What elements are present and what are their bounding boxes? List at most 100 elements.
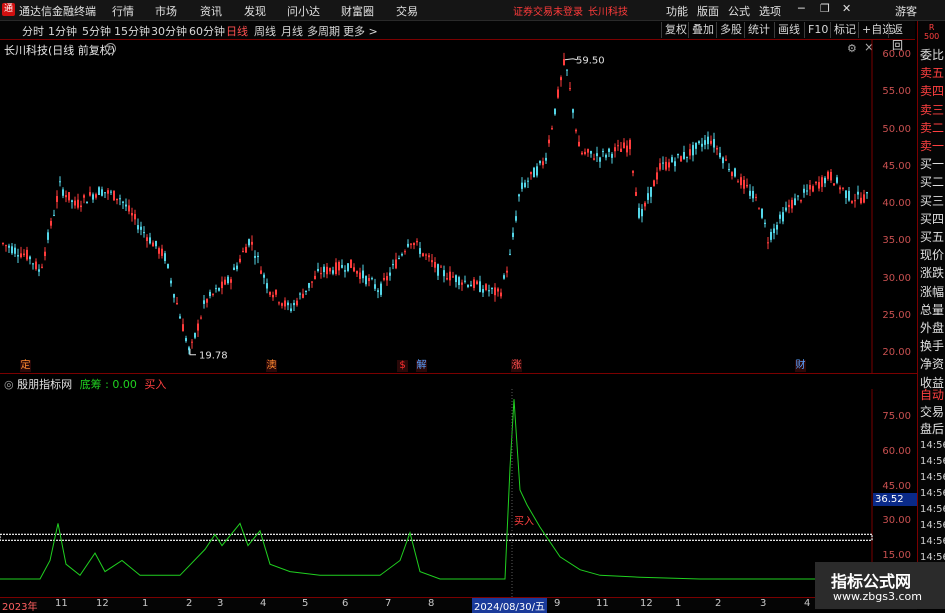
login-notice[interactable]: 证券交易未登录 [513,3,583,18]
candle-body [356,270,358,274]
period-more[interactable]: 更多 > [343,23,378,39]
menu-discover[interactable]: 发现 [244,3,266,19]
candle-body [197,323,199,331]
event-marker[interactable]: 澳 [266,360,277,372]
candle-body [113,190,115,201]
event-marker[interactable]: 财 [795,360,806,372]
price-tick: 25.00 [882,309,911,321]
candle-body [698,141,700,144]
side-after-hours[interactable]: 盘后 [920,420,944,437]
watermark-title: 指标公式网 [831,572,912,591]
candle-body [842,187,844,189]
tool-f10[interactable]: F10 [804,22,831,38]
candle-body [122,201,124,203]
candle-body [125,204,127,207]
candle-body [632,171,634,173]
period-5min[interactable]: 5分钟 [82,23,111,39]
candle-body [422,253,424,257]
menu-formula[interactable]: 公式 [728,3,750,19]
indicator-line [0,399,870,580]
tool-back[interactable]: 返回 [888,22,915,52]
period-multi[interactable]: 多周期 [307,23,340,39]
menu-trade[interactable]: 交易 [396,3,418,19]
candle-body [605,154,607,158]
tool-adjust[interactable]: 复权 [661,22,690,38]
candle-body [590,150,592,154]
tool-multistock[interactable]: 多股 [716,22,745,38]
candle-body [110,191,112,193]
axis-year-label: 2023年 [2,602,38,613]
candle-body [464,280,466,282]
candle-body [323,266,325,273]
candle-body [563,59,565,66]
guest-label[interactable]: 游客 [895,3,917,19]
period-weekly[interactable]: 周线 [254,23,276,39]
period-daily[interactable]: 日线 [226,23,248,39]
candle-body [710,140,712,144]
candle-body [458,277,460,286]
candlestick-chart[interactable]: 59.50 19.78 [0,40,917,373]
candle-body [800,200,802,202]
tool-draw[interactable]: 画线 [774,22,803,38]
candle-body [29,256,31,260]
candle-body [638,207,640,218]
candle-body [227,276,229,284]
low-price-label: 19.78 [199,351,228,362]
minimize-icon[interactable]: ─ [798,2,805,15]
candle-body [791,199,793,209]
tool-overlay[interactable]: 叠加 [688,22,717,38]
restore-icon[interactable]: ❐ [820,2,830,15]
tool-mark[interactable]: 标记 [830,22,859,38]
candle-body [584,151,586,155]
indicator-tick: 75.00 [882,411,911,422]
candle-body [380,283,382,295]
period-1min[interactable]: 1分钟 [48,23,77,39]
menu-market[interactable]: 市场 [155,3,177,19]
menu-layout[interactable]: 版面 [697,3,719,19]
candle-body [128,205,130,212]
event-marker[interactable]: $ [397,360,408,372]
candle-body [74,200,76,206]
period-60min[interactable]: 60分钟 [189,23,225,39]
side-label: 换手 [920,339,945,354]
event-marker[interactable]: 解 [416,360,427,372]
candle-body [596,153,598,157]
candle-body [131,213,133,216]
side-time: 14:56 [920,504,945,515]
side-label: 委比 [920,48,945,62]
close-icon[interactable]: ✕ [842,2,851,15]
candle-body [713,139,715,148]
axis-month: 7 [385,598,392,609]
period-timeshare[interactable]: 分时 [22,23,44,39]
menu-quotes[interactable]: 行情 [112,3,134,19]
event-marker[interactable]: 涨 [511,360,522,372]
menu-function[interactable]: 功能 [666,3,688,19]
candle-body [410,243,412,245]
menu-news[interactable]: 资讯 [200,3,222,19]
period-15min[interactable]: 15分钟 [114,23,150,39]
menu-options[interactable]: 选项 [759,3,781,19]
side-auto[interactable]: 自动 [920,386,944,403]
indicator-chart[interactable]: 买入 [0,389,917,597]
side-trade[interactable]: 交易 [920,403,944,420]
candle-body [32,263,34,265]
candle-body [662,162,664,164]
candle-body [683,152,685,159]
period-monthly[interactable]: 月线 [281,23,303,39]
candle-body [485,284,487,291]
stock-link[interactable]: 长川科技 [588,3,628,18]
candle-body [320,273,322,275]
candle-body [539,160,541,164]
candle-body [317,268,319,271]
event-marker[interactable]: 定 [20,360,31,372]
candle-body [437,264,439,276]
candle-body [548,139,550,144]
tool-stats[interactable]: 统计 [744,22,773,38]
period-30min[interactable]: 30分钟 [151,23,187,39]
menu-xiaoda[interactable]: 问小达 [287,3,320,19]
candle-body [398,258,400,260]
menu-wealth[interactable]: 财富圈 [341,3,374,19]
candle-body [728,168,730,171]
candle-body [614,147,616,152]
side-label: 总量 [920,302,945,317]
